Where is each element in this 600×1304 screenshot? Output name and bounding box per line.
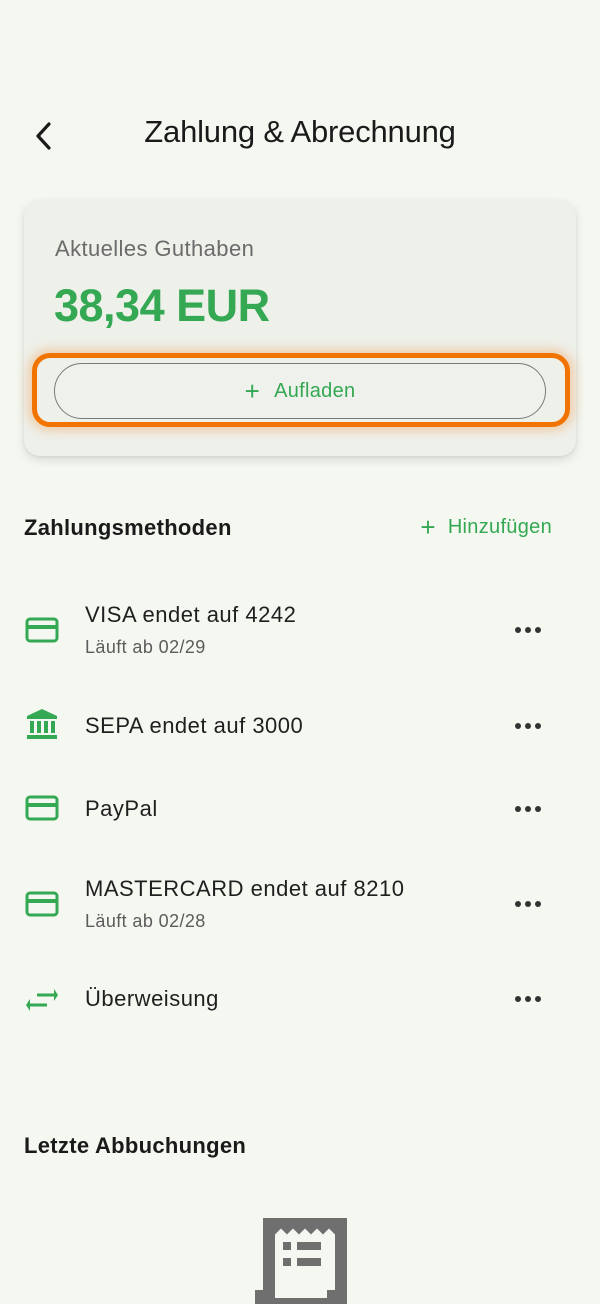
payment-method-expiry: Läuft ab 02/29: [85, 637, 206, 657]
payment-method-mastercard[interactable]: MASTERCARD endet auf 8210 Läuft ab 02/28: [0, 864, 600, 944]
card-icon: [24, 612, 60, 648]
payment-method-label: Überweisung: [85, 986, 219, 1011]
plus-icon: +: [420, 512, 436, 542]
card-icon: [24, 886, 60, 922]
more-options-button[interactable]: [508, 610, 548, 650]
app-header: Zahlung & Abrechnung: [0, 100, 600, 172]
payment-method-expiry: Läuft ab 02/28: [85, 911, 206, 931]
more-options-button[interactable]: [508, 884, 548, 924]
add-label: Hinzufügen: [447, 515, 552, 538]
payment-method-paypal[interactable]: PayPal: [0, 770, 600, 850]
balance-card: Aktuelles Guthaben 38,34 EUR + Aufladen: [24, 200, 576, 456]
payment-method-transfer[interactable]: Überweisung: [0, 960, 600, 1040]
balance-amount: 38,34 EUR: [54, 280, 270, 331]
page-title: Zahlung & Abrechnung: [144, 114, 456, 149]
more-options-button[interactable]: [508, 706, 548, 746]
more-horizontal-icon: [515, 901, 541, 907]
card-icon: [24, 790, 60, 826]
plus-icon: +: [244, 376, 261, 406]
payment-method-label: PayPal: [85, 796, 158, 821]
balance-label: Aktuelles Guthaben: [55, 236, 255, 261]
transfer-icon: [24, 982, 60, 1018]
payment-method-label: VISA endet auf 4242: [85, 602, 297, 627]
bank-icon: [24, 706, 60, 742]
payment-method-sepa[interactable]: SEPA endet auf 3000: [0, 686, 600, 766]
more-horizontal-icon: [515, 627, 541, 633]
recent-charges-title: Letzte Abbuchungen: [24, 1133, 247, 1158]
payment-method-visa[interactable]: VISA endet auf 4242 Läuft ab 02/29: [0, 590, 600, 670]
topup-label: Aufladen: [274, 379, 356, 402]
more-horizontal-icon: [515, 996, 541, 1002]
more-options-button[interactable]: [508, 979, 548, 1019]
topup-button[interactable]: + Aufladen: [54, 363, 546, 419]
more-options-button[interactable]: [508, 789, 548, 829]
receipt-icon: [255, 1205, 347, 1304]
payment-methods-title: Zahlungsmethoden: [24, 515, 232, 540]
payment-method-label: SEPA endet auf 3000: [85, 713, 304, 738]
more-horizontal-icon: [515, 723, 541, 729]
more-horizontal-icon: [515, 806, 541, 812]
payment-method-label: MASTERCARD endet auf 8210: [85, 876, 405, 901]
add-payment-method-button[interactable]: + Hinzufügen: [420, 514, 552, 540]
